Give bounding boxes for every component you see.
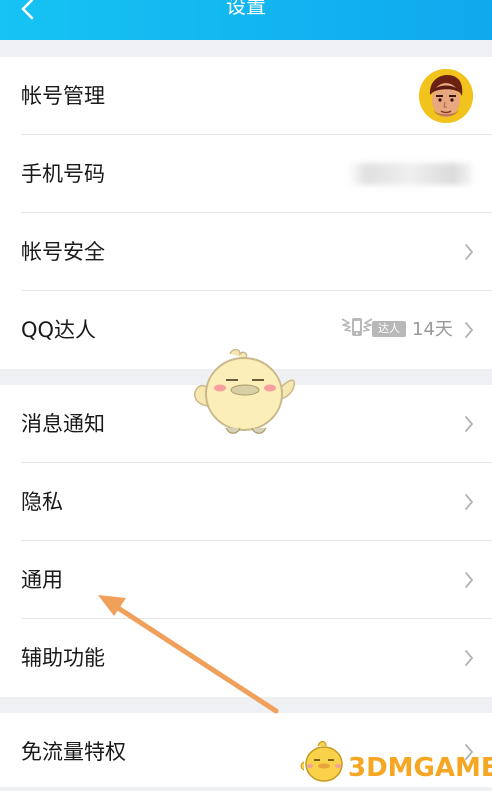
- settings-item-label: 帐号管理: [21, 84, 105, 108]
- settings-item-label: 手机号码: [21, 162, 105, 186]
- watermark-bird-icon: [300, 740, 343, 782]
- settings-item-label: 免流量特权: [21, 740, 126, 764]
- settings-item-general[interactable]: 通用: [0, 541, 492, 619]
- settings-item-privacy[interactable]: 隐私: [0, 463, 492, 541]
- account-settings-group: 帐号管理 手机号码 帐号安全 QQ达人 达人 14天: [0, 57, 492, 369]
- settings-item-account-management[interactable]: 帐号管理: [0, 57, 492, 135]
- settings-item-label: 隐私: [21, 490, 63, 514]
- chevron-right-icon: [465, 494, 473, 510]
- watermark-text: 3DMGAME: [348, 753, 492, 783]
- yellow-bird-mascot-icon: [194, 348, 296, 434]
- expert-badge: 达人: [340, 313, 408, 343]
- avatar: [419, 69, 473, 123]
- chevron-right-icon: [465, 572, 473, 588]
- settings-item-account-security[interactable]: 帐号安全: [0, 213, 492, 291]
- settings-item-label: 帐号安全: [21, 240, 105, 264]
- page-title: 设置: [226, 0, 266, 18]
- avatar-face-icon: [419, 69, 473, 123]
- chevron-right-icon: [465, 244, 473, 260]
- settings-item-label: 通用: [21, 568, 63, 592]
- settings-item-label: 辅助功能: [21, 646, 105, 670]
- settings-item-label: 消息通知: [21, 412, 105, 436]
- settings-item-accessibility[interactable]: 辅助功能: [0, 619, 492, 697]
- chevron-right-icon: [465, 650, 473, 666]
- blurred-phone-number: [348, 163, 472, 185]
- settings-item-phone-number[interactable]: 手机号码: [0, 135, 492, 213]
- expert-days: 14天: [412, 319, 453, 340]
- chevron-right-icon: [465, 322, 473, 338]
- badge-label: 达人: [372, 321, 406, 337]
- settings-item-label: QQ达人: [21, 318, 97, 342]
- chevron-right-icon: [465, 416, 473, 432]
- top-bar: 设置: [0, 0, 492, 40]
- winged-phone-icon: [341, 318, 373, 336]
